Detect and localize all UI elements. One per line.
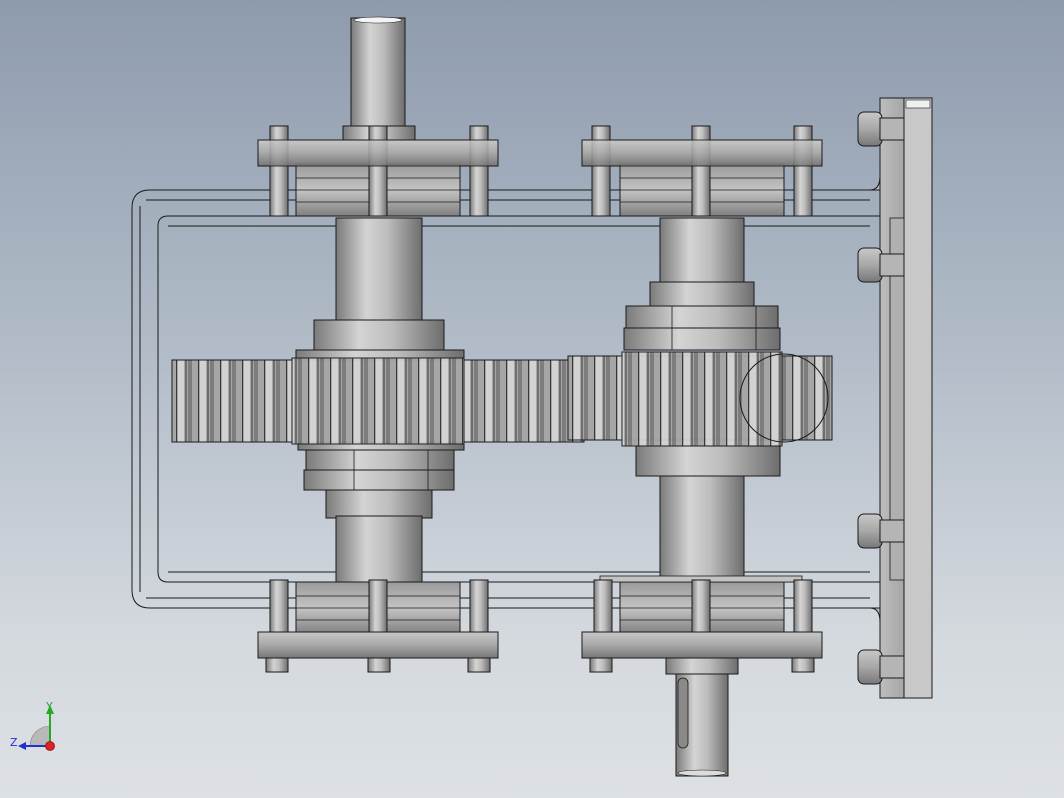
input-shaft-end — [350, 17, 406, 131]
y-axis-label: Y — [45, 700, 53, 713]
x-axis-dot — [45, 741, 55, 751]
graphics-viewport[interactable]: Y Z — [0, 0, 1064, 798]
mounting-plate — [869, 97, 933, 699]
keyway — [677, 677, 689, 749]
output-shaft-assembly[interactable] — [581, 125, 823, 777]
bottom-left-flange — [257, 631, 499, 659]
model-canvas[interactable]: Y Z — [0, 0, 1064, 798]
input-shaft-assembly[interactable] — [257, 16, 499, 673]
z-axis-label: Z — [10, 736, 18, 749]
coordinate-triad[interactable]: Y Z — [10, 700, 55, 751]
gear-train[interactable] — [171, 351, 833, 447]
bottom-right-flange — [581, 631, 823, 659]
